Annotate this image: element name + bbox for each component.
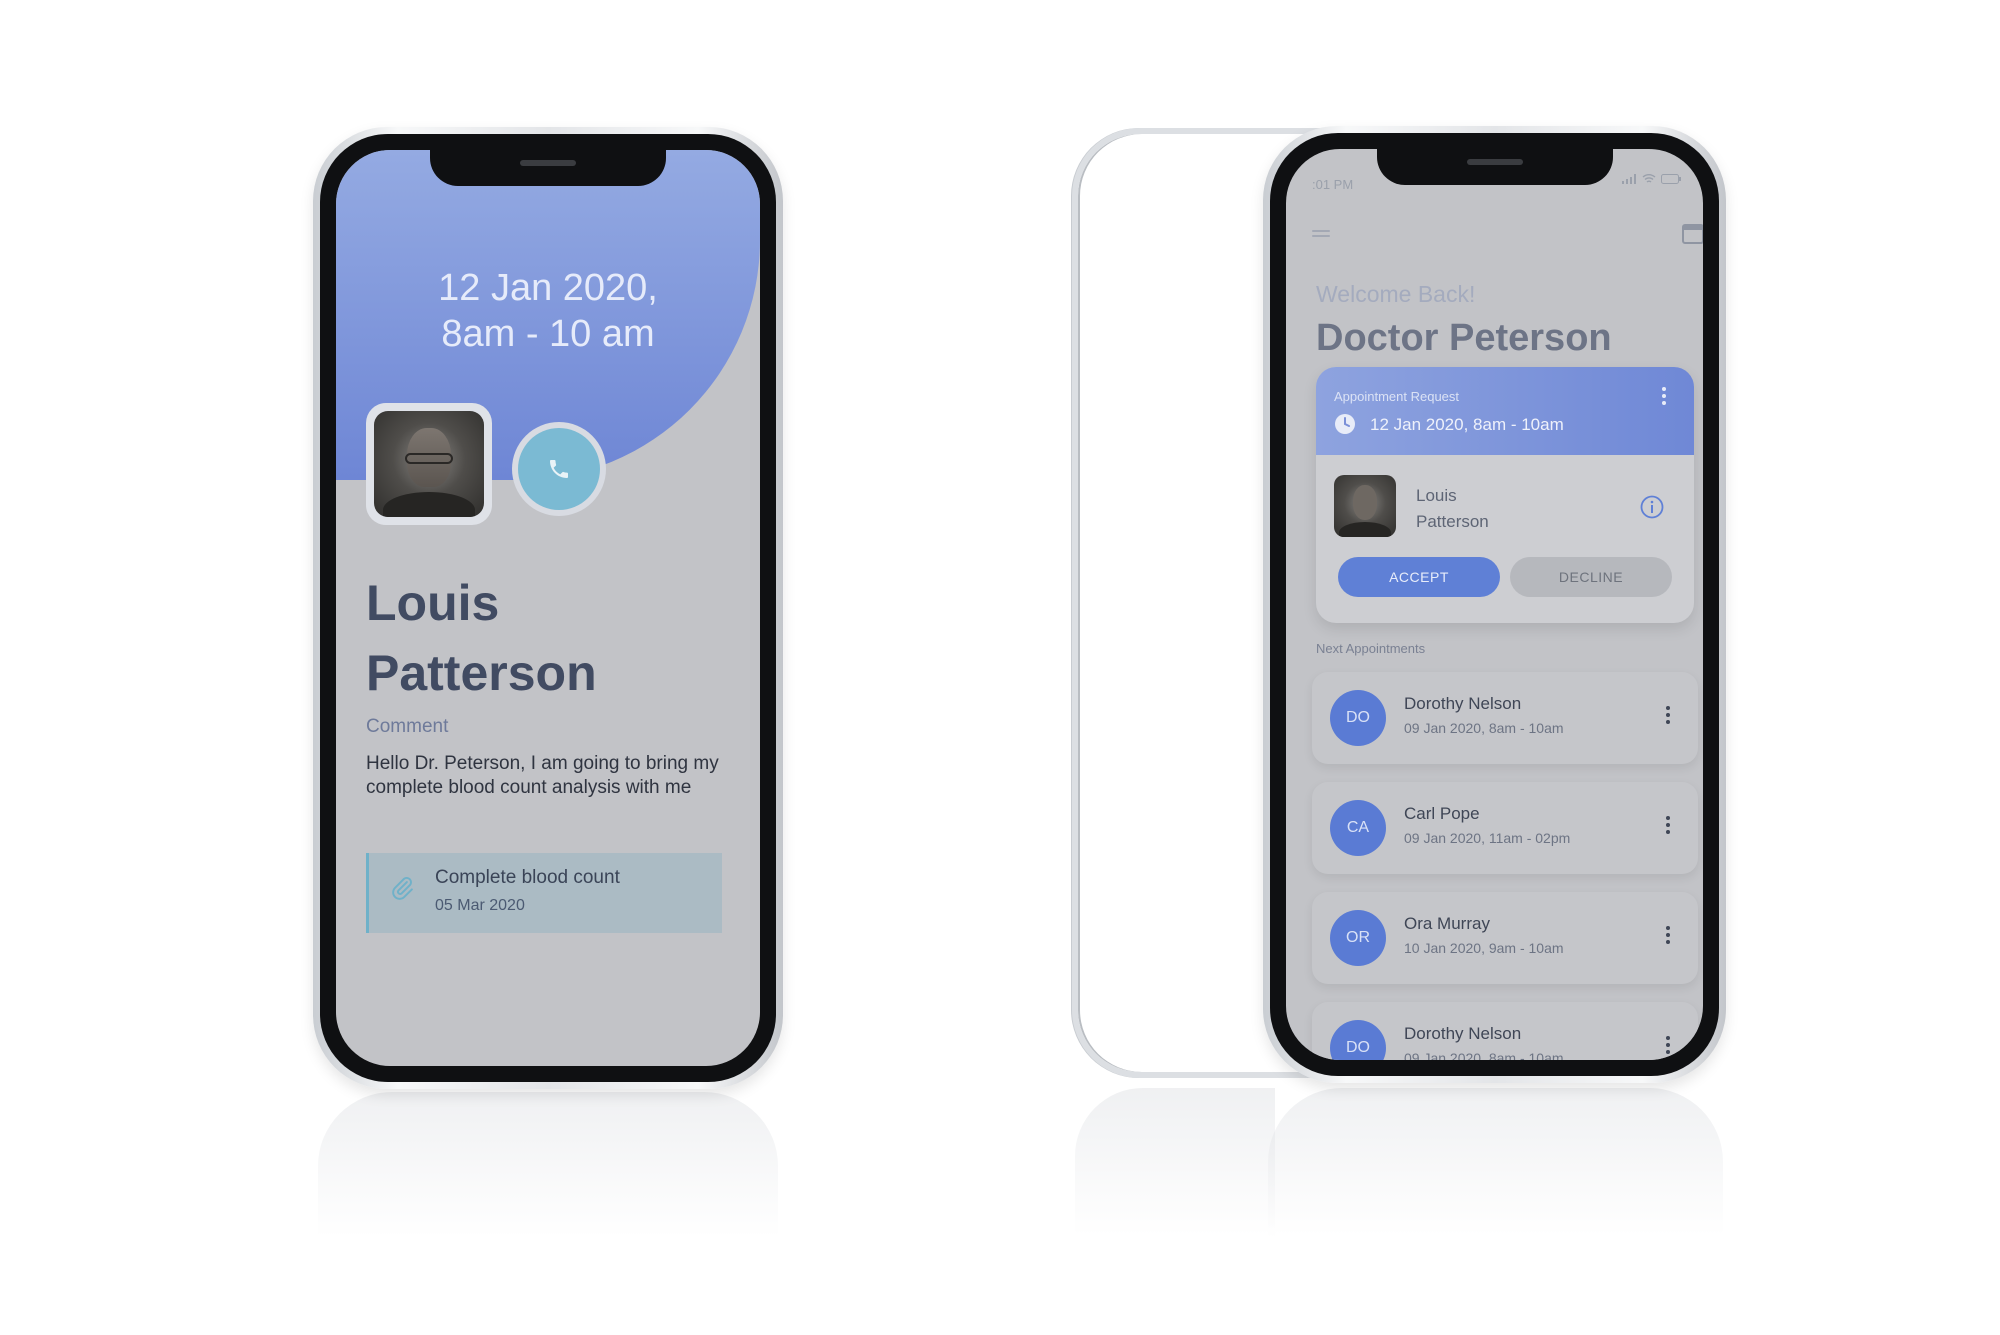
request-patient-avatar bbox=[1334, 475, 1396, 537]
appointment-date: 12 Jan 2020, 8am - 10 am bbox=[438, 267, 658, 355]
paperclip-icon bbox=[392, 876, 413, 900]
doctor-name: Doctor Peterson bbox=[1316, 317, 1612, 359]
appointment-initials: DO bbox=[1330, 1020, 1386, 1060]
menu-icon[interactable] bbox=[1312, 229, 1330, 239]
more-vertical-icon[interactable] bbox=[1662, 387, 1666, 405]
request-header: Appointment Request 12 Jan 2020, 8am - 1… bbox=[1316, 367, 1694, 455]
appointment-name: Dorothy Nelson bbox=[1404, 1024, 1522, 1043]
status-icons bbox=[1622, 173, 1681, 187]
calendar-icon[interactable] bbox=[1681, 221, 1703, 245]
comment-text: Hello Dr. Peterson, I am going to bring … bbox=[366, 753, 719, 798]
request-patient-name: Louis Patterson bbox=[1416, 486, 1489, 531]
mockup-scene: 12 Jan 2020, 8am - 10 am Louis Patterson… bbox=[0, 0, 2000, 1335]
status-time: :01 PM bbox=[1312, 177, 1354, 192]
next-appointments-label: Next Appointments bbox=[1316, 641, 1426, 656]
request-time: 12 Jan 2020, 8am - 10am bbox=[1370, 415, 1564, 434]
appointment-name: Carl Pope bbox=[1404, 804, 1480, 823]
left-phone: 12 Jan 2020, 8am - 10 am Louis Patterson… bbox=[313, 127, 783, 1089]
signal-icon bbox=[1622, 174, 1637, 184]
appointment-item[interactable]: CA Carl Pope 09 Jan 2020, 11am - 02pm bbox=[1312, 782, 1698, 874]
decline-button[interactable]: DECLINE bbox=[1510, 557, 1672, 597]
appointment-name: Ora Murray bbox=[1404, 914, 1490, 933]
appointment-initials: OR bbox=[1330, 910, 1386, 966]
more-vertical-icon[interactable] bbox=[1666, 926, 1670, 944]
call-button[interactable] bbox=[512, 422, 606, 516]
appointment-item[interactable]: DO Dorothy Nelson 09 Jan 2020, 8am - 10a… bbox=[1312, 672, 1698, 764]
appointment-item[interactable]: OR Ora Murray 10 Jan 2020, 9am - 10am bbox=[1312, 892, 1698, 984]
appointment-time: 10 Jan 2020, 9am - 10am bbox=[1404, 940, 1564, 956]
attachment-title: Complete blood count bbox=[435, 867, 620, 888]
comment-label: Comment bbox=[366, 716, 449, 737]
welcome-text: Welcome Back! bbox=[1316, 281, 1476, 307]
notch bbox=[1376, 149, 1613, 185]
appointment-initials: DO bbox=[1330, 690, 1386, 746]
right-phone: :01 PM Welcome Back! Doctor Peterson App… bbox=[1263, 126, 1726, 1083]
more-vertical-icon[interactable] bbox=[1666, 816, 1670, 834]
left-phone-reflection bbox=[318, 1092, 778, 1335]
doctor-dashboard-screen: :01 PM Welcome Back! Doctor Peterson App… bbox=[1286, 149, 1703, 1060]
info-icon[interactable] bbox=[1640, 495, 1664, 519]
appointment-request-card: Appointment Request 12 Jan 2020, 8am - 1… bbox=[1316, 367, 1694, 623]
appointment-name: Dorothy Nelson bbox=[1404, 694, 1522, 713]
appointment-time: 09 Jan 2020, 11am - 02pm bbox=[1404, 830, 1571, 846]
patient-name: Louis Patterson bbox=[366, 575, 597, 701]
appointment-item[interactable]: DO Dorothy Nelson 09 Jan 2020, 8am - 10a… bbox=[1312, 1002, 1698, 1060]
more-vertical-icon[interactable] bbox=[1666, 1036, 1670, 1054]
attachment-date: 05 Mar 2020 bbox=[435, 897, 525, 914]
appointment-time: 09 Jan 2020, 8am - 10am bbox=[1404, 720, 1564, 736]
patient-avatar bbox=[366, 403, 492, 525]
patient-detail-screen: 12 Jan 2020, 8am - 10 am Louis Patterson… bbox=[336, 150, 760, 1066]
back-phone-reflection bbox=[1075, 1088, 1275, 1335]
clock-icon bbox=[1335, 414, 1355, 434]
accept-button[interactable]: ACCEPT bbox=[1338, 557, 1500, 597]
notch bbox=[430, 150, 666, 186]
battery-icon bbox=[1661, 174, 1681, 184]
wifi-icon bbox=[1642, 174, 1656, 183]
appointment-time: 09 Jan 2020, 8am - 10am bbox=[1404, 1050, 1564, 1060]
attachment-item[interactable]: Complete blood count 05 Mar 2020 bbox=[366, 853, 722, 933]
right-phone-reflection bbox=[1268, 1088, 1723, 1335]
more-vertical-icon[interactable] bbox=[1666, 706, 1670, 724]
phone-icon bbox=[550, 460, 568, 478]
appointment-initials: CA bbox=[1330, 800, 1386, 856]
request-label: Appointment Request bbox=[1334, 389, 1460, 404]
